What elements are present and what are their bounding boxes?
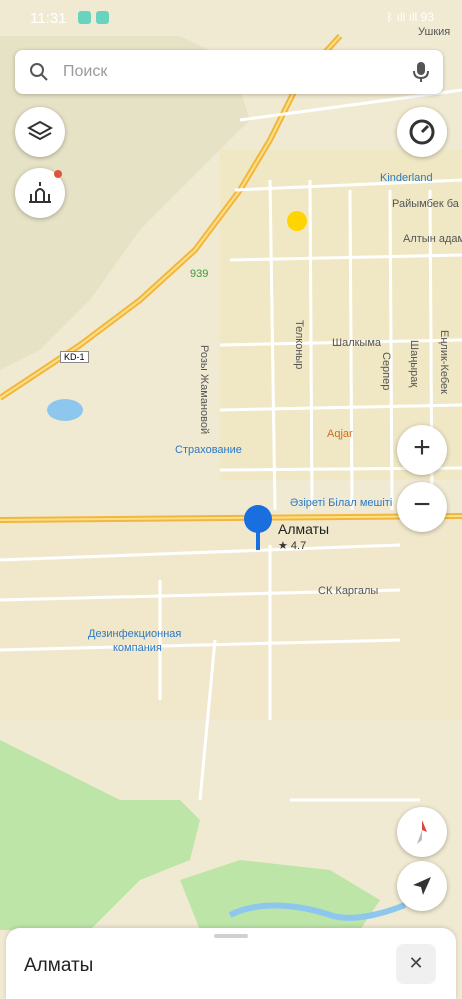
street-label-enlik: Еңлик-Кебек — [438, 330, 450, 394]
status-bar: 11:31 ᛒ ıll ıll 93 — [0, 0, 462, 36]
pin-rating: ★ 4.7 — [278, 540, 307, 552]
notification-dot — [54, 170, 62, 178]
street-label-shanyrak: Шаңырақ — [408, 340, 420, 388]
place-title: Алматы — [24, 955, 94, 976]
compass-button[interactable] — [397, 807, 447, 857]
close-button[interactable]: ✕ — [396, 944, 436, 984]
speedometer-icon — [409, 119, 435, 145]
street-label-shalkyma: Шалкыма — [332, 337, 382, 349]
street-label-telkonyr: Телконыр — [293, 320, 305, 370]
layers-button[interactable] — [15, 107, 65, 157]
street-label-rozy: Розы Жамановой — [198, 345, 210, 435]
map-label-mosque[interactable]: Әзіреті Білал мешіті — [290, 497, 392, 509]
zoom-in-button[interactable]: + — [397, 425, 447, 475]
zoom-out-button[interactable]: − — [397, 482, 447, 532]
map-label-dezinf-2[interactable]: компания — [113, 642, 162, 654]
minus-icon: − — [413, 488, 431, 521]
search-placeholder[interactable]: Поиск — [63, 63, 107, 81]
map-label-939[interactable]: 939 — [190, 268, 208, 280]
mosque-icon — [29, 182, 51, 203]
places-button[interactable] — [15, 168, 65, 218]
search-bar[interactable]: Поиск — [15, 50, 443, 94]
status-time: 11:31 — [30, 10, 67, 27]
map-label-dezinf-1[interactable]: Дезинфекционная — [88, 628, 181, 640]
road-badge-kd1: KD-1 — [60, 351, 89, 363]
my-location-button[interactable] — [397, 861, 447, 911]
location-pin-icon[interactable] — [243, 504, 273, 552]
map-label-kinderland[interactable]: Kinderland — [380, 172, 433, 184]
navigation-arrow-icon — [413, 877, 431, 895]
map-label-altyn: Алтын адам — [403, 233, 462, 245]
message-icon — [96, 11, 109, 24]
traffic-button[interactable] — [397, 107, 447, 157]
place-card[interactable]: Алматы ✕ — [6, 928, 456, 999]
sheet-handle[interactable] — [214, 934, 248, 938]
search-icon — [30, 63, 48, 81]
status-icons: ᛒ ıll ıll 93 — [386, 10, 434, 24]
map-label-kargaly: СК Каргалы — [318, 585, 379, 597]
layers-icon — [27, 120, 53, 141]
map-label-raiymbek: Райымбек ба — [392, 198, 459, 210]
microphone-icon[interactable] — [413, 61, 429, 83]
map-label-ushkiya: Ушкия — [418, 26, 451, 38]
close-icon: ✕ — [408, 953, 424, 973]
notification-icon — [78, 11, 91, 24]
taxi-icon[interactable] — [287, 211, 307, 231]
map-label-aqjar[interactable]: Aqjar — [327, 428, 353, 440]
map-canvas[interactable] — [0, 0, 462, 999]
map-label-strakhovanie[interactable]: Страхование — [175, 444, 242, 456]
plus-icon: + — [413, 431, 431, 464]
street-label-serper: Серпер — [380, 352, 392, 391]
compass-icon — [417, 820, 427, 844]
pin-label-almaty[interactable]: Алматы — [278, 521, 329, 537]
